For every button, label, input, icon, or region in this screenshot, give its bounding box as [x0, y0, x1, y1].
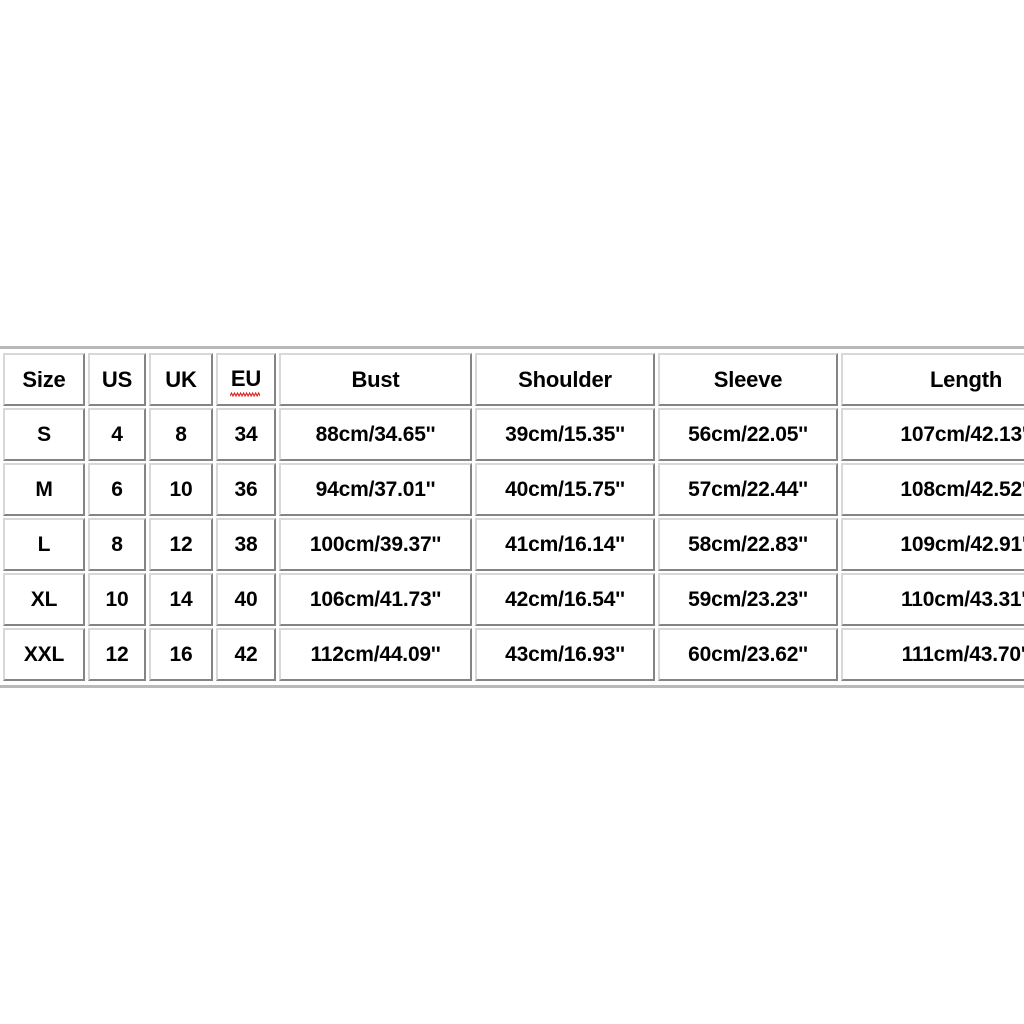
cell-shoulder: 42cm/16.54'': [475, 573, 655, 626]
column-header-label: Bust: [351, 366, 400, 392]
column-header-bust[interactable]: Bust: [279, 353, 472, 406]
table-body: S 4 8 34 88cm/34.65'' 39cm/15.35'' 56cm/22.05'…: [3, 408, 1024, 681]
cell-bust: 112cm/44.09'': [279, 628, 472, 681]
cell-length: 111cm/43.70'': [841, 628, 1024, 681]
table-header: Size US UK EU Bust Shoulder Sleeve Length: [3, 353, 1024, 406]
cell-bust: 106cm/41.73'': [279, 573, 472, 626]
cell-size: M: [3, 463, 85, 516]
cell-length: 109cm/42.91'': [841, 518, 1024, 571]
cell-bust: 94cm/37.01'': [279, 463, 472, 516]
column-header-shoulder[interactable]: Shoulder: [475, 353, 655, 406]
size-chart-table: Size US UK EU Bust Shoulder Sleeve Length S 4 8 34…: [0, 351, 1024, 683]
column-header-label: Size: [22, 366, 66, 392]
column-header-uk[interactable]: UK: [149, 353, 213, 406]
cell-size: L: [3, 518, 85, 571]
cell-size: XXL: [3, 628, 85, 681]
cell-uk: 10: [149, 463, 213, 516]
cell-sleeve: 58cm/22.83'': [658, 518, 838, 571]
column-header-label: US: [101, 366, 133, 392]
column-header-us[interactable]: US: [88, 353, 146, 406]
column-header-label: Length: [929, 366, 1003, 392]
cell-sleeve: 59cm/23.23'': [658, 573, 838, 626]
cell-bust: 88cm/34.65'': [279, 408, 472, 461]
cell-shoulder: 40cm/15.75'': [475, 463, 655, 516]
cell-eu: 42: [216, 628, 276, 681]
column-header-label: EU: [229, 366, 261, 397]
table-row: S 4 8 34 88cm/34.65'' 39cm/15.35'' 56cm/22.05'…: [3, 408, 1024, 461]
column-header-label: Sleeve: [713, 366, 783, 392]
cell-length: 108cm/42.52'': [841, 463, 1024, 516]
screenshot-canvas: Size US UK EU Bust Shoulder Sleeve Length S 4 8 34…: [0, 0, 1024, 1024]
cell-sleeve: 60cm/23.62'': [658, 628, 838, 681]
cell-length: 110cm/43.31'': [841, 573, 1024, 626]
table-row: M 6 10 36 94cm/37.01'' 40cm/15.75'' 57cm/22.44…: [3, 463, 1024, 516]
cell-us: 6: [88, 463, 146, 516]
table-row: XL 10 14 40 106cm/41.73'' 42cm/16.54'' 59cm/23…: [3, 573, 1024, 626]
table-row: XXL 12 16 42 112cm/44.09'' 43cm/16.93'' 60cm/2…: [3, 628, 1024, 681]
cell-uk: 16: [149, 628, 213, 681]
cell-us: 10: [88, 573, 146, 626]
column-header-size[interactable]: Size: [3, 353, 85, 406]
column-header-sleeve[interactable]: Sleeve: [658, 353, 838, 406]
cell-us: 8: [88, 518, 146, 571]
cell-sleeve: 56cm/22.05'': [658, 408, 838, 461]
column-header-label: UK: [165, 366, 197, 392]
cell-eu: 40: [216, 573, 276, 626]
cell-size: XL: [3, 573, 85, 626]
column-header-length[interactable]: Length: [841, 353, 1024, 406]
cell-shoulder: 43cm/16.93'': [475, 628, 655, 681]
column-header-label: Shoulder: [518, 366, 612, 392]
cell-eu: 38: [216, 518, 276, 571]
cell-size: S: [3, 408, 85, 461]
cell-sleeve: 57cm/22.44'': [658, 463, 838, 516]
cell-uk: 8: [149, 408, 213, 461]
cell-us: 12: [88, 628, 146, 681]
cell-uk: 12: [149, 518, 213, 571]
cell-eu: 36: [216, 463, 276, 516]
cell-shoulder: 41cm/16.14'': [475, 518, 655, 571]
column-header-eu[interactable]: EU: [216, 353, 276, 406]
table-row: L 8 12 38 100cm/39.37'' 41cm/16.14'' 58cm/22.8…: [3, 518, 1024, 571]
cell-bust: 100cm/39.37'': [279, 518, 472, 571]
table-header-row: Size US UK EU Bust Shoulder Sleeve Length: [3, 353, 1024, 406]
cell-length: 107cm/42.13'': [841, 408, 1024, 461]
cell-us: 4: [88, 408, 146, 461]
cell-uk: 14: [149, 573, 213, 626]
cell-eu: 34: [216, 408, 276, 461]
size-chart-container: Size US UK EU Bust Shoulder Sleeve Length S 4 8 34…: [0, 346, 1024, 688]
cell-shoulder: 39cm/15.35'': [475, 408, 655, 461]
